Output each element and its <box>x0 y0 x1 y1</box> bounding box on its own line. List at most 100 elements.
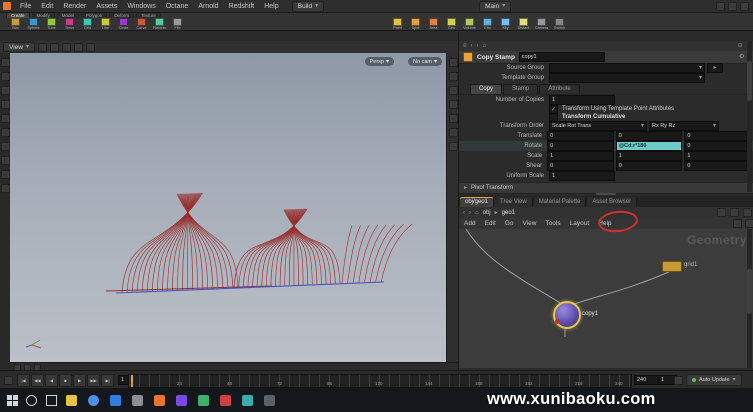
view-layout-icon[interactable] <box>449 58 458 67</box>
menu-render[interactable]: Render <box>58 1 91 12</box>
menu-edit[interactable]: Edit <box>36 1 58 12</box>
step-back-button[interactable]: ◀ <box>45 374 58 387</box>
realtime-toggle-icon[interactable] <box>674 376 683 385</box>
notes-app-icon[interactable] <box>198 395 209 406</box>
shelf-tool-area-light[interactable]: Area <box>426 18 441 30</box>
uniform-scale-field[interactable]: 1 <box>549 171 615 181</box>
copies-field[interactable]: 1 <box>549 95 615 105</box>
media-app-icon[interactable] <box>176 395 187 406</box>
param-scrollbar[interactable] <box>747 41 752 192</box>
camera-view-icon[interactable] <box>449 142 458 151</box>
mail-app-icon[interactable] <box>220 395 231 406</box>
main-desktop-chip[interactable]: Main ▾ <box>479 1 511 12</box>
shelf-tool-sky-light[interactable]: Sky <box>498 18 513 30</box>
jump-end-button[interactable]: ▶| <box>101 374 114 387</box>
shelf-tool-volume-light[interactable]: Volume <box>462 18 477 30</box>
back-icon[interactable]: ‹ <box>463 209 465 217</box>
task-view-icon[interactable] <box>46 395 57 406</box>
pin-icon[interactable]: ⊙ <box>738 42 743 50</box>
search-icon[interactable] <box>26 395 37 406</box>
home-icon[interactable]: ⌂ <box>483 42 487 50</box>
rotate-x-field[interactable]: 0 <box>547 141 614 151</box>
menu-help[interactable]: Help <box>259 1 283 12</box>
shelf-tool-sphere[interactable]: Sphere <box>26 18 41 30</box>
fast-forward-button[interactable]: ▶▶ <box>87 374 100 387</box>
shelf-tool-tube[interactable]: Tube <box>44 18 59 30</box>
shelf-tool-grid[interactable]: Grid <box>80 18 95 30</box>
subtab-stamp[interactable]: Stamp <box>503 84 538 94</box>
template-group-field[interactable]: ▾ <box>549 73 705 83</box>
forward-icon[interactable]: › <box>477 42 479 50</box>
tab-asset-browser[interactable]: Asset Browser <box>587 197 637 207</box>
shear-z-field[interactable]: 0 <box>684 161 751 171</box>
shelf-tool-platonic[interactable]: Platonic <box>152 18 167 30</box>
display-normals-icon[interactable] <box>449 114 458 123</box>
net-menu-add[interactable]: Add <box>464 220 476 227</box>
tab-tree-view[interactable]: Tree View <box>495 197 533 207</box>
shelf-tool-box[interactable]: Box <box>8 18 23 30</box>
scene-viewport[interactable]: Persp ▾ No cam ▾ <box>10 53 446 362</box>
houdini-app-icon[interactable] <box>154 395 165 406</box>
transform-order-select[interactable]: Scale Rot Trans▾ <box>549 121 647 131</box>
rotate-order-select[interactable]: Rx Ry Rz▾ <box>649 121 719 131</box>
param-scroll-thumb[interactable] <box>747 61 752 101</box>
select-mode-icon[interactable] <box>1 58 10 67</box>
handles-tool-icon[interactable] <box>86 43 95 52</box>
breadcrumb-geo1[interactable]: geo1 <box>502 210 515 216</box>
network-overview-icon[interactable] <box>717 208 726 217</box>
tab-network-editor[interactable]: obj/geo1 <box>460 197 494 207</box>
play-button[interactable]: ▶ <box>73 374 86 387</box>
net-toolbar-icon[interactable] <box>733 219 742 228</box>
browser-icon[interactable] <box>88 395 99 406</box>
menu-octane[interactable]: Octane <box>161 1 194 12</box>
rotate-y-field-expression[interactable]: @Cd.r*180 <box>616 141 683 151</box>
lighting-icon[interactable] <box>449 128 458 137</box>
start-button[interactable] <box>7 395 18 406</box>
menubar-tool-icon[interactable] <box>716 2 725 11</box>
node-copy1-render-flag[interactable] <box>555 319 560 324</box>
menu-redshift[interactable]: Redshift <box>224 1 260 12</box>
move-mode-icon[interactable] <box>1 72 10 81</box>
scale-z-field[interactable]: 1 <box>684 151 751 161</box>
net-menu-go[interactable]: Go <box>505 220 514 227</box>
net-menu-layout[interactable]: Layout <box>570 220 590 227</box>
chat-app-icon[interactable] <box>242 395 253 406</box>
file-explorer-icon[interactable] <box>66 395 77 406</box>
terminal-app-icon[interactable] <box>264 395 275 406</box>
network-snapshot-icon[interactable] <box>730 208 739 217</box>
network-canvas[interactable]: Geometry grid1 copy1 <box>458 229 753 368</box>
viewport-option-icon[interactable] <box>1 184 10 193</box>
snap-edge-icon[interactable] <box>1 156 10 165</box>
shelf-tool-camera[interactable]: Camera <box>534 18 549 30</box>
source-group-field[interactable]: ▾ <box>549 63 705 73</box>
camera-selector[interactable]: No cam ▾ <box>408 57 442 66</box>
pane-splitter-vertical[interactable] <box>458 30 459 370</box>
menu-arnold[interactable]: Arnold <box>193 1 223 12</box>
shelf-tool-circle[interactable]: Circle <box>116 18 131 30</box>
shelf-tool-torus[interactable]: Torus <box>62 18 77 30</box>
menubar-tool-icon[interactable] <box>740 2 749 11</box>
breadcrumb-obj[interactable]: obj <box>483 210 491 216</box>
node-copy1[interactable] <box>553 301 581 329</box>
stop-button[interactable]: ■ <box>59 374 72 387</box>
shear-x-field[interactable]: 0 <box>547 161 614 171</box>
tab-material-palette[interactable]: Material Palette <box>534 197 587 207</box>
menu-windows[interactable]: Windows <box>122 1 160 12</box>
shelf-tool-distant-light[interactable]: Distant <box>516 18 531 30</box>
shelf-tool-point-light[interactable]: Point <box>390 18 405 30</box>
playbar-options-icon[interactable] <box>4 376 13 385</box>
shading-mode-icon[interactable] <box>449 72 458 81</box>
node-grid1[interactable] <box>662 261 682 272</box>
network-filter-icon[interactable] <box>743 208 752 217</box>
jump-start-button[interactable]: |◀ <box>17 374 30 387</box>
shelf-tool-file[interactable]: File <box>170 18 185 30</box>
display-points-icon[interactable] <box>449 100 458 109</box>
net-menu-edit[interactable]: Edit <box>485 220 496 227</box>
shelf-tool-switcher[interactable]: Switch <box>552 18 567 30</box>
construction-plane-icon[interactable] <box>1 170 10 179</box>
translate-tool-icon[interactable] <box>50 43 59 52</box>
select-tool-icon[interactable] <box>38 43 47 52</box>
home-icon[interactable]: ⌂ <box>475 209 479 217</box>
translate-y-field[interactable]: 0 <box>616 131 683 141</box>
timeline-ruler[interactable]: 1 24 48 72 96 120 144 168 192 216 240 <box>128 374 632 388</box>
